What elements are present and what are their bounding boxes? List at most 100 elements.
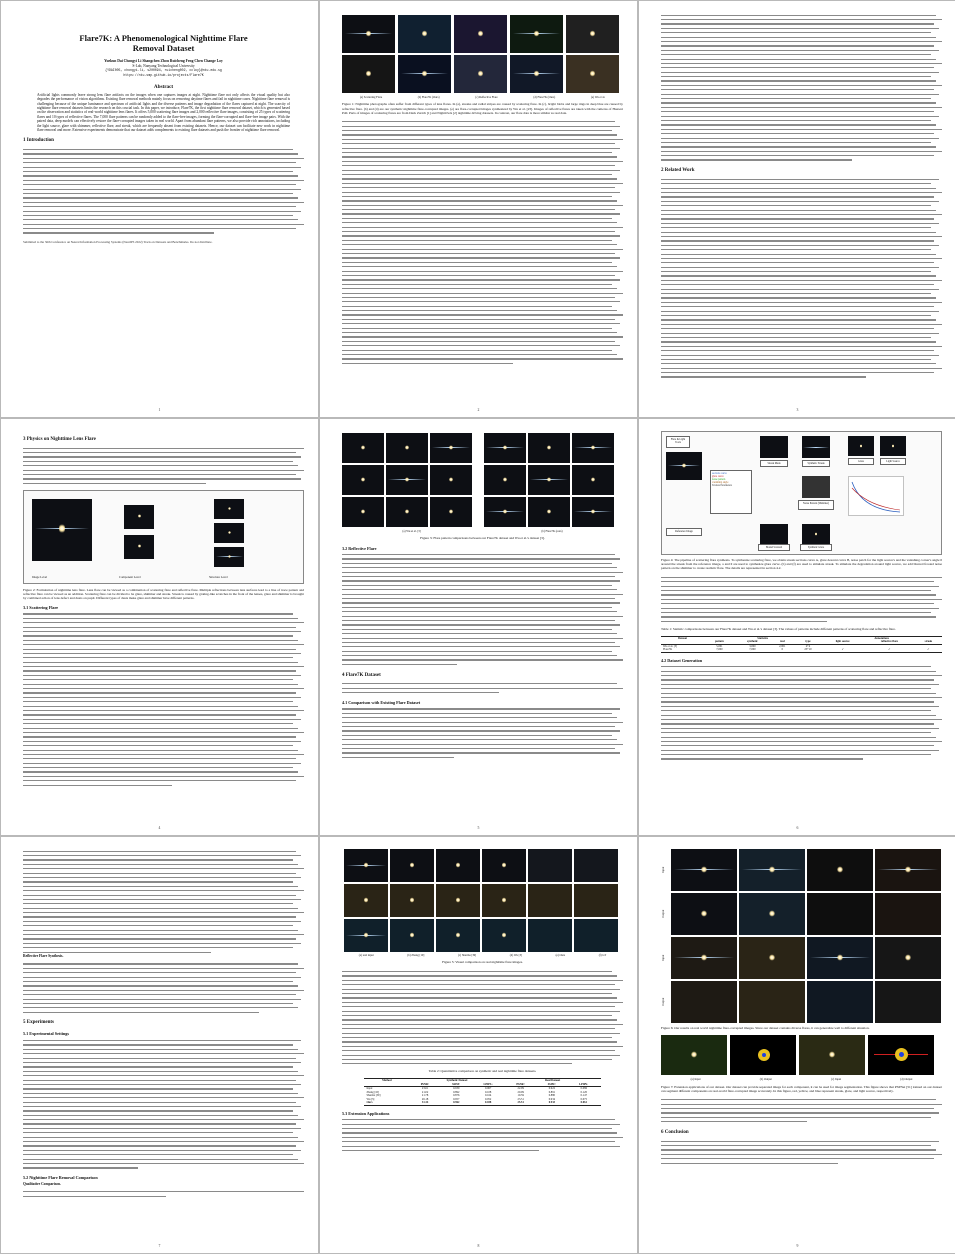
paragraph-lead: Qualitative Comparison. <box>23 1182 304 1186</box>
subsection-heading: 4.2 Dataset Generation <box>661 657 703 663</box>
body-text <box>661 177 942 379</box>
table-cell: Flare7K <box>661 648 705 653</box>
figure-5-grid <box>344 849 623 952</box>
reference-image <box>666 452 702 480</box>
night-photo <box>510 55 563 93</box>
flare-image <box>32 498 92 561</box>
figure-4-pipeline: Flare & Light Tools Reference Image sect… <box>661 431 942 555</box>
text-line <box>342 1148 623 1152</box>
table-cell: 31.34 <box>409 1101 441 1106</box>
text-line <box>23 783 304 787</box>
figure-7-caption: Figure 7: Extension applications of our … <box>661 1084 942 1093</box>
page-3[interactable]: 2 Related Work 3 <box>639 1 955 417</box>
paragraph-lead: Reflective Flare Synthesis. <box>23 954 304 958</box>
subcaption: (a) Wu et al. [3] <box>402 529 421 533</box>
table-cell: 25.51 <box>504 1101 537 1106</box>
body-text <box>23 962 304 1015</box>
project-url[interactable]: https://ntu-smp.github.io/projects/Flare… <box>23 73 304 78</box>
diagram-box: Reference Image <box>666 528 702 536</box>
figure-2-diagram: Image Level Component Level Structure Le… <box>23 489 304 584</box>
table-cell: 25+10 <box>794 648 822 653</box>
subcaption: (d) Wu [3] <box>509 953 522 957</box>
section-heading: 3 Physics on Nighttime Lens Flare <box>23 437 96 442</box>
night-photo <box>566 55 619 93</box>
section-heading: 2 Related Work <box>661 168 695 174</box>
figure-6: Input Output Input Output <box>661 849 942 1023</box>
subsection-heading: 3.2 Reflective Flare <box>342 545 377 551</box>
diagram-box: Light Source <box>880 458 906 465</box>
body-text <box>661 665 942 762</box>
diagram-label: Image Level <box>32 575 48 580</box>
table-row: Flare7K 7,000 7,000 0 25+10 ✓ ✓ ✓ <box>661 648 942 653</box>
body-text <box>342 682 623 695</box>
segmentation-input <box>661 1035 727 1076</box>
diagram-box: Flare & Light Tools <box>666 436 690 448</box>
page-5[interactable]: (a) Wu et al. [3] (b) Flare7K (ours) Fig… <box>320 419 637 835</box>
section-heading: 6 Conclusion <box>661 1130 689 1136</box>
body-text <box>661 1139 942 1165</box>
page-8[interactable]: (a) real input (b) Zhang [10] (c) Sharma… <box>320 837 637 1253</box>
component-image <box>124 534 154 559</box>
figure-2-caption: Figure 2: Formulation of nighttime lens … <box>23 587 304 600</box>
body-text <box>342 707 623 760</box>
table-cell: ✓ <box>914 648 942 653</box>
figure-1-row-2 <box>342 55 623 93</box>
page-6[interactable]: Flare & Light Tools Reference Image sect… <box>639 419 955 835</box>
page-number: 4 <box>158 825 161 830</box>
page-number: 9 <box>796 1243 799 1248</box>
subsection-heading: 5.1 Experimental Settings <box>23 1031 69 1037</box>
body-text <box>342 553 623 667</box>
title-line-1: Flare7K: A Phenomenological Nighttime Fl… <box>79 33 248 43</box>
page-2[interactable]: (a) Scattering Flare (b) Flare7K (Ours) … <box>320 1 637 417</box>
figure-3-images <box>342 433 623 527</box>
structure-image <box>214 498 244 519</box>
subcaption: (d) Output <box>900 1077 913 1082</box>
subcaption: (e) Wu et al. <box>590 95 606 99</box>
bound-scattered <box>760 524 788 544</box>
figure-7-subcaptions: (a) Input (b) Output (c) Input (d) Outpu… <box>661 1077 942 1081</box>
figure-5-subcaptions: (a) real input (b) Zhang [10] (c) Sharma… <box>342 953 623 957</box>
subcaption: (d) Flare7K (Ours) <box>533 95 556 99</box>
body-text <box>23 147 304 235</box>
text-line <box>661 158 942 162</box>
night-photo <box>398 55 451 93</box>
figure-7-images <box>661 1035 942 1076</box>
author-block: Yuekun Dai Chongyi Li Shangchen Zhou Rui… <box>23 59 304 77</box>
text-line <box>342 361 623 365</box>
footnote: Submitted to the 36th Conference on Neur… <box>23 240 213 245</box>
page-7[interactable]: Reflective Flare Synthesis. 5 Experiment… <box>1 837 318 1253</box>
bold-run: Reflective Flare Synthesis. <box>23 954 64 959</box>
page-9[interactable]: Input Output Input Output Figure 6: Our … <box>639 837 955 1253</box>
row-label: Output <box>661 909 665 919</box>
table-cell: 0.038 <box>471 1101 505 1106</box>
table-cell: 0.933 <box>536 1101 568 1106</box>
subsection-heading: 3.1 Scattering Flare <box>23 604 59 610</box>
legend-box: sections curve glare curve noise pattern… <box>710 470 752 514</box>
text-line <box>661 375 942 379</box>
figure-6-grid <box>671 849 941 1023</box>
title-line-2: Removal Dataset <box>132 43 195 53</box>
table-cell: 7,000 <box>704 648 735 653</box>
page-number: 5 <box>477 825 480 830</box>
structure-image <box>214 522 244 543</box>
subcaption: (a) Scattering Flare <box>359 95 383 99</box>
component-image <box>124 504 154 529</box>
page-1[interactable]: Flare7K: A Phenomenological Nighttime Fl… <box>1 1 318 417</box>
figure-5-caption: Figure 5: Visual comparison on real nigh… <box>442 960 523 965</box>
subcaption: (a) Input <box>690 1077 701 1082</box>
night-photo <box>566 15 619 53</box>
table-cell: 7,000 <box>734 648 770 653</box>
page-4[interactable]: 3 Physics on Nighttime Lens Flare Image … <box>1 419 318 835</box>
text-line <box>661 619 942 623</box>
text-line <box>342 1062 623 1066</box>
night-photo <box>510 15 563 53</box>
diagram-label: Component Level <box>119 575 141 580</box>
text-line <box>342 690 623 694</box>
diagram-label: Structure Level <box>209 575 228 580</box>
diagram-box: Synthetic Glare <box>800 544 832 551</box>
abstract-heading: Abstract <box>153 84 174 91</box>
subcaption: (c) Input <box>831 1077 842 1082</box>
text-line <box>23 1194 304 1198</box>
row-label: Input <box>661 954 665 962</box>
page-number: 6 <box>796 825 799 830</box>
